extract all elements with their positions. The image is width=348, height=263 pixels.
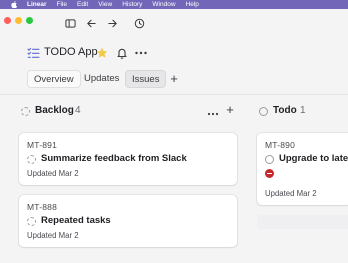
more-options-icon[interactable] xyxy=(134,46,148,58)
window-maximize-button[interactable] xyxy=(26,17,33,24)
menu-file[interactable]: File xyxy=(57,0,67,9)
tab-updates[interactable]: Updates xyxy=(78,70,125,88)
back-arrow-icon[interactable] xyxy=(84,16,98,30)
menu-window[interactable]: Window xyxy=(152,0,175,9)
tab-issues[interactable]: Issues xyxy=(125,70,167,88)
sidebar-toggle-icon[interactable] xyxy=(63,16,77,30)
column-header-todo: Todo 1 xyxy=(259,101,348,123)
issue-card[interactable]: MT-891 Summarize feedback from Slack Upd… xyxy=(19,133,237,185)
menu-edit[interactable]: Edit xyxy=(77,0,88,9)
project-title[interactable]: TODO App xyxy=(44,46,98,58)
issue-title: Repeated tasks xyxy=(41,215,111,226)
project-checklist-icon xyxy=(27,46,40,58)
column-count: 1 xyxy=(300,105,306,116)
issue-id: MT-891 xyxy=(27,140,58,150)
header-divider xyxy=(0,94,348,95)
issue-updated: Updated Mar 2 xyxy=(265,189,317,198)
column-add-icon[interactable]: + xyxy=(224,103,236,116)
column-more-icon[interactable] xyxy=(207,106,219,116)
issue-updated: Updated Mar 2 xyxy=(27,169,79,178)
issue-title: Upgrade to latest xyxy=(279,153,348,164)
issue-id: MT-888 xyxy=(27,202,58,212)
column-count: 4 xyxy=(75,105,81,116)
favorite-star-icon[interactable] xyxy=(96,46,108,58)
issue-updated: Updated Mar 2 xyxy=(27,231,79,240)
todo-status-icon xyxy=(259,107,268,116)
issue-id: MT-890 xyxy=(265,140,296,150)
todo-status-icon[interactable] xyxy=(265,155,274,164)
apple-logo-icon[interactable] xyxy=(11,1,17,8)
issue-card[interactable]: MT-890 Upgrade to latest Updated Mar 2 xyxy=(257,133,348,205)
forward-arrow-icon[interactable] xyxy=(105,16,119,30)
backlog-status-icon[interactable] xyxy=(27,217,36,226)
history-clock-icon[interactable] xyxy=(132,16,146,30)
column-title: Backlog xyxy=(35,105,74,116)
window-minimize-button[interactable] xyxy=(15,17,22,24)
backlog-status-icon[interactable] xyxy=(27,155,36,164)
menu-help[interactable]: Help xyxy=(186,0,199,9)
app-content: TODO App Overview Updates Issues + Backl… xyxy=(0,37,348,263)
window-titlebar xyxy=(0,9,348,37)
project-header: TODO App xyxy=(0,37,348,69)
issue-title: Summarize feedback from Slack xyxy=(41,153,187,164)
add-tab-icon[interactable]: + xyxy=(167,71,181,86)
menu-app-name[interactable]: Linear xyxy=(27,0,47,9)
urgent-priority-icon[interactable] xyxy=(265,169,274,178)
column-header-backlog: Backlog 4 + xyxy=(21,101,241,123)
column-title: Todo xyxy=(273,105,297,116)
issue-card[interactable]: MT-888 Repeated tasks Updated Mar 2 xyxy=(19,195,237,247)
menu-view[interactable]: View xyxy=(98,0,112,9)
tab-overview[interactable]: Overview xyxy=(27,70,81,88)
next-card-placeholder xyxy=(257,215,348,229)
backlog-status-icon xyxy=(21,107,30,116)
project-tabs: Overview Updates Issues + xyxy=(0,69,348,91)
notification-bell-icon[interactable] xyxy=(116,46,128,59)
macos-menu-bar: Linear File Edit View History Window Hel… xyxy=(0,0,348,9)
window-close-button[interactable] xyxy=(4,17,11,24)
menu-history[interactable]: History xyxy=(122,0,142,9)
